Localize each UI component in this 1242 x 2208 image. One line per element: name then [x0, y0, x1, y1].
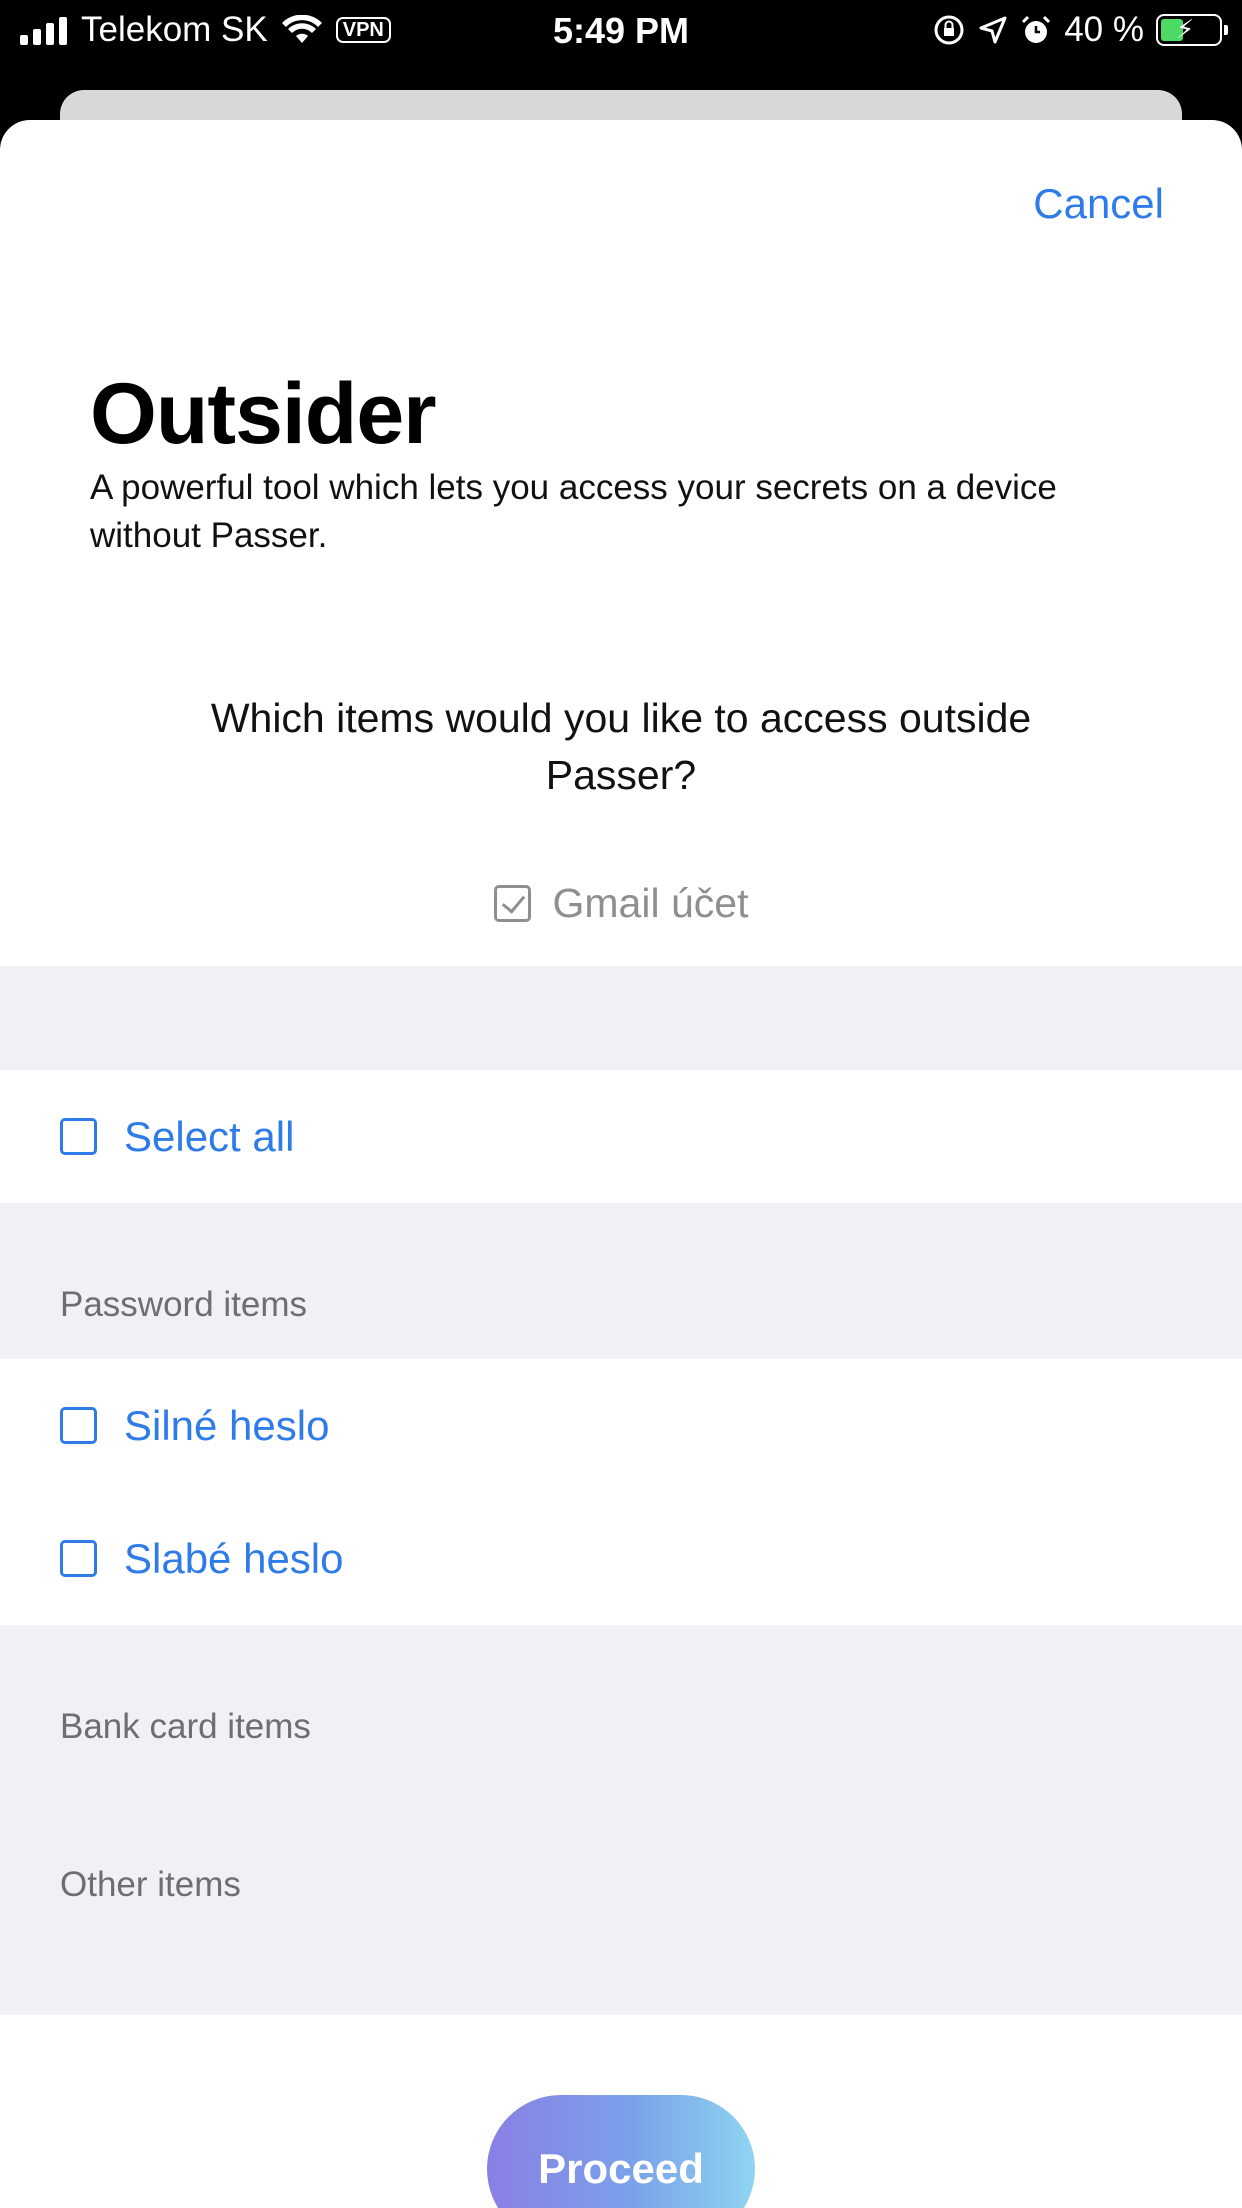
- select-all-row[interactable]: Select all: [0, 1070, 1242, 1203]
- select-all-checkbox[interactable]: [60, 1118, 97, 1155]
- selected-item-label: Gmail účet: [552, 880, 749, 926]
- list-item[interactable]: Slabé heslo: [0, 1492, 1242, 1625]
- checked-checkbox-icon: [493, 885, 531, 922]
- section-header-other: Other items: [0, 1785, 1242, 1908]
- orientation-lock-icon: [934, 15, 964, 45]
- section-header-bank-card: Bank card items: [0, 1625, 1242, 1785]
- selection-question: Which items would you like to access out…: [210, 695, 1032, 798]
- page-title: Outsider: [90, 366, 437, 462]
- outsider-sheet: Cancel Outsider A powerful tool which le…: [0, 120, 1242, 2208]
- page-subtitle: A powerful tool which lets you access yo…: [90, 468, 1057, 555]
- footer: Proceed: [0, 2015, 1242, 2208]
- alarm-icon: [1022, 15, 1051, 43]
- battery-percent: 40 %: [1064, 10, 1144, 49]
- location-arrow-icon: [979, 16, 1007, 44]
- selected-item-row: Gmail účet: [0, 880, 1242, 927]
- section-header-password: Password items: [0, 1203, 1242, 1359]
- section-header-label: Password items: [60, 1285, 308, 1324]
- list-item-label: Silné heslo: [124, 1401, 330, 1449]
- list-item-label: Slabé heslo: [124, 1534, 344, 1582]
- select-all-label: Select all: [124, 1112, 295, 1160]
- list-item[interactable]: Silné heslo: [0, 1359, 1242, 1492]
- status-bar-right: 40 % ⚡: [932, 10, 1228, 50]
- section-header-label: Other items: [60, 1865, 241, 1904]
- status-bar: Telekom SK VPN 5:49 PM 40 % ⚡: [0, 0, 1242, 62]
- proceed-button[interactable]: Proceed: [487, 2095, 755, 2208]
- battery-icon: ⚡: [1156, 14, 1228, 46]
- section-header-label: Bank card items: [60, 1707, 311, 1746]
- item-checkbox[interactable]: [60, 1540, 97, 1577]
- item-checkbox[interactable]: [60, 1407, 97, 1444]
- list-spacer: [0, 966, 1242, 1070]
- items-list: Select all Password items Silné heslo Sl…: [0, 966, 1242, 2108]
- cancel-button[interactable]: Cancel: [1033, 180, 1164, 228]
